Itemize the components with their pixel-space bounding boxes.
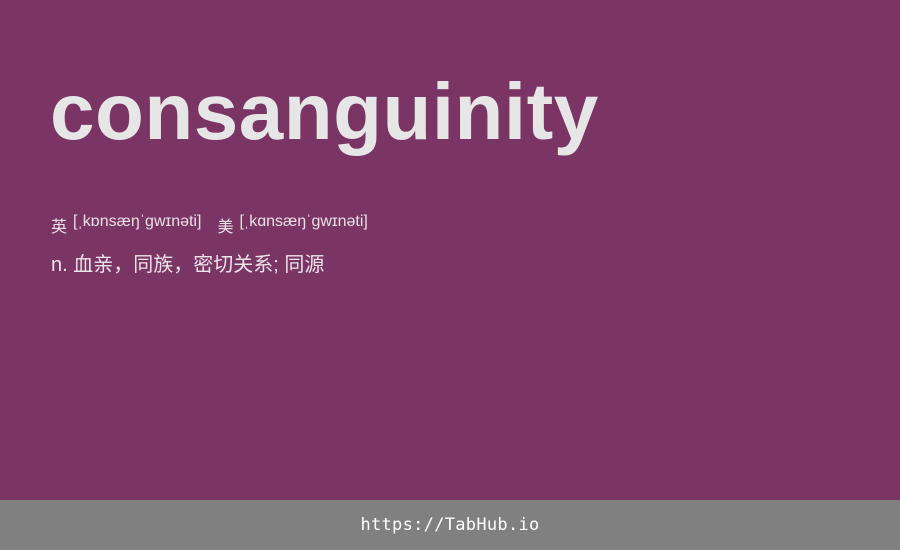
pronunciation-row: 英 [ˌkɒnsæŋˈɡwɪnəti] 美 [ˌkɑnsæŋˈɡwɪnəti] bbox=[51, 213, 368, 237]
definition-text: n. 血亲，同族，密切关系; 同源 bbox=[51, 254, 325, 276]
footer-bar: https://TabHub.io bbox=[0, 500, 900, 550]
tabhub-link[interactable]: https://TabHub.io bbox=[360, 515, 539, 535]
uk-ipa: [ˌkɒnsæŋˈɡwɪnəti] bbox=[73, 213, 202, 230]
word-card: consanguinity 英 [ˌkɒnsæŋˈɡwɪnəti] 美 [ˌkɑ… bbox=[0, 0, 900, 500]
uk-label: 英 bbox=[51, 219, 68, 236]
us-label: 美 bbox=[217, 219, 234, 236]
headword: consanguinity bbox=[50, 67, 599, 156]
uk-pronunciation: 英 [ˌkɒnsæŋˈɡwɪnəti] bbox=[51, 213, 201, 237]
us-pronunciation: 美 [ˌkɑnsæŋˈɡwɪnəti] bbox=[217, 213, 367, 237]
us-ipa: [ˌkɑnsæŋˈɡwɪnəti] bbox=[239, 213, 368, 230]
